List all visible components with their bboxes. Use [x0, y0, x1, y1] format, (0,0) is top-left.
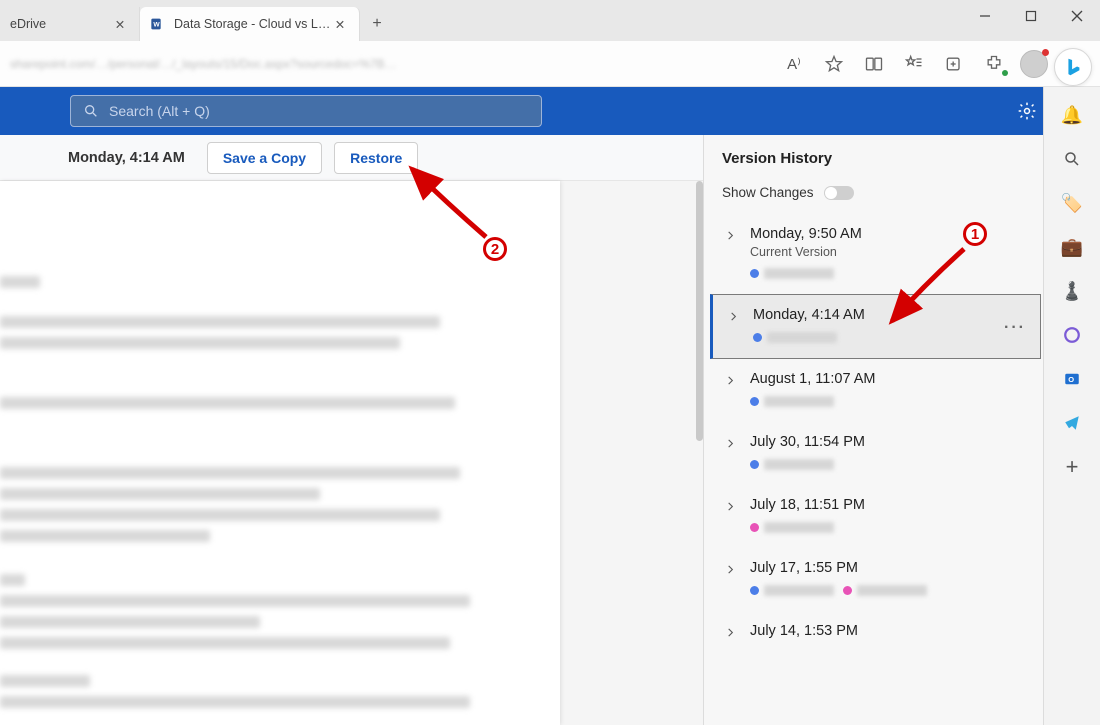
- chevron-right-icon: [725, 373, 736, 391]
- version-author: [750, 581, 1027, 599]
- version-time: July 14, 1:53 PM: [750, 623, 1027, 639]
- sidebar-tag-icon[interactable]: 🏷️: [1052, 183, 1092, 223]
- version-item[interactable]: Monday, 9:50 AMCurrent Version: [710, 214, 1043, 294]
- edge-sidebar: 🔔 🏷️ 💼 ♟️ O +: [1043, 87, 1100, 725]
- svg-text:O: O: [1068, 375, 1074, 384]
- document-pane: Monday, 4:14 AM Save a Copy Restore: [0, 135, 703, 725]
- sidebar-outlook-icon[interactable]: O: [1052, 359, 1092, 399]
- new-tab-button[interactable]: +: [360, 7, 394, 41]
- close-tab-icon[interactable]: ✕: [331, 15, 349, 33]
- version-time: July 30, 11:54 PM: [750, 434, 1027, 450]
- version-item[interactable]: July 30, 11:54 PM: [710, 422, 1043, 485]
- search-placeholder: Search (Alt + Q): [109, 103, 210, 119]
- tab-label: eDrive: [10, 17, 111, 31]
- version-author: [750, 392, 1027, 410]
- browser-tab-word-doc[interactable]: W Data Storage - Cloud vs Local.do… ✕: [140, 7, 360, 41]
- window-maximize-button[interactable]: [1008, 0, 1054, 32]
- profile-avatar-icon[interactable]: [1014, 44, 1054, 84]
- version-list: Monday, 9:50 AMCurrent Version Monday, 4…: [704, 214, 1043, 725]
- browser-tab-strip: eDrive ✕ W Data Storage - Cloud vs Local…: [0, 0, 1100, 41]
- window-controls: [962, 0, 1100, 41]
- sidebar-office-icon[interactable]: [1052, 315, 1092, 355]
- sidebar-telegram-icon[interactable]: [1052, 403, 1092, 443]
- settings-gear-icon[interactable]: [1010, 94, 1044, 128]
- chevron-right-icon: [725, 228, 736, 246]
- split-screen-icon[interactable]: [854, 44, 894, 84]
- sidebar-games-icon[interactable]: ♟️: [1052, 271, 1092, 311]
- chevron-right-icon: [725, 625, 736, 643]
- extensions-icon[interactable]: [974, 44, 1014, 84]
- sidebar-add-icon[interactable]: +: [1052, 447, 1092, 487]
- annotation-marker-1: 1: [963, 222, 987, 246]
- version-subtitle: Current Version: [750, 245, 1027, 259]
- bing-chat-icon[interactable]: [1054, 48, 1092, 86]
- favorites-list-icon[interactable]: [894, 44, 934, 84]
- version-item[interactable]: July 17, 1:55 PM: [710, 548, 1043, 611]
- window-close-button[interactable]: [1054, 0, 1100, 32]
- window-minimize-button[interactable]: [962, 0, 1008, 32]
- version-time: Monday, 4:14 AM: [753, 307, 1024, 323]
- collections-icon[interactable]: [934, 44, 974, 84]
- version-more-icon[interactable]: ···: [1004, 319, 1026, 337]
- selected-version-timestamp: Monday, 4:14 AM: [68, 150, 185, 166]
- browser-toolbar: sharepoint.com/…/personal/…/_layouts/15/…: [0, 41, 1100, 87]
- browser-tab-onedrive[interactable]: eDrive ✕: [0, 7, 140, 41]
- chevron-right-icon: [728, 309, 739, 327]
- save-a-copy-button[interactable]: Save a Copy: [207, 142, 322, 174]
- favorite-star-icon[interactable]: [814, 44, 854, 84]
- sidebar-bell-icon[interactable]: 🔔: [1052, 95, 1092, 135]
- annotation-marker-2: 2: [483, 237, 507, 261]
- scrollbar[interactable]: [696, 181, 703, 441]
- version-item[interactable]: July 18, 11:51 PM: [710, 485, 1043, 548]
- version-action-bar: Monday, 4:14 AM Save a Copy Restore: [0, 135, 703, 181]
- version-author: [750, 518, 1027, 536]
- version-history-panel: Version History Show Changes Monday, 9:5…: [703, 135, 1043, 725]
- version-time: July 18, 11:51 PM: [750, 497, 1027, 513]
- version-author: [750, 264, 1027, 282]
- read-aloud-icon[interactable]: A⁾: [774, 44, 814, 84]
- word-icon: W: [150, 16, 166, 32]
- search-input[interactable]: Search (Alt + Q): [70, 95, 542, 127]
- version-time: July 17, 1:55 PM: [750, 560, 1027, 576]
- version-time: August 1, 11:07 AM: [750, 371, 1027, 387]
- version-history-title: Version History: [704, 135, 1043, 181]
- address-bar[interactable]: sharepoint.com/…/personal/…/_layouts/15/…: [0, 49, 766, 79]
- tab-label: Data Storage - Cloud vs Local.do…: [174, 17, 331, 31]
- sidebar-search-icon[interactable]: [1052, 139, 1092, 179]
- close-tab-icon[interactable]: ✕: [111, 15, 129, 33]
- app-header: Search (Alt + Q): [0, 87, 1100, 135]
- version-author: [750, 455, 1027, 473]
- version-item[interactable]: Monday, 4:14 AM ···: [710, 294, 1041, 359]
- chevron-right-icon: [725, 499, 736, 517]
- chevron-right-icon: [725, 436, 736, 454]
- show-changes-toggle[interactable]: [824, 186, 854, 200]
- chevron-right-icon: [725, 562, 736, 580]
- sidebar-briefcase-icon[interactable]: 💼: [1052, 227, 1092, 267]
- svg-text:W: W: [153, 22, 160, 29]
- version-author: [753, 328, 1024, 346]
- restore-button[interactable]: Restore: [334, 142, 418, 174]
- document-page: [0, 181, 560, 725]
- version-item[interactable]: July 14, 1:53 PM: [710, 611, 1043, 656]
- show-changes-label: Show Changes: [722, 185, 814, 200]
- version-item[interactable]: August 1, 11:07 AM: [710, 359, 1043, 422]
